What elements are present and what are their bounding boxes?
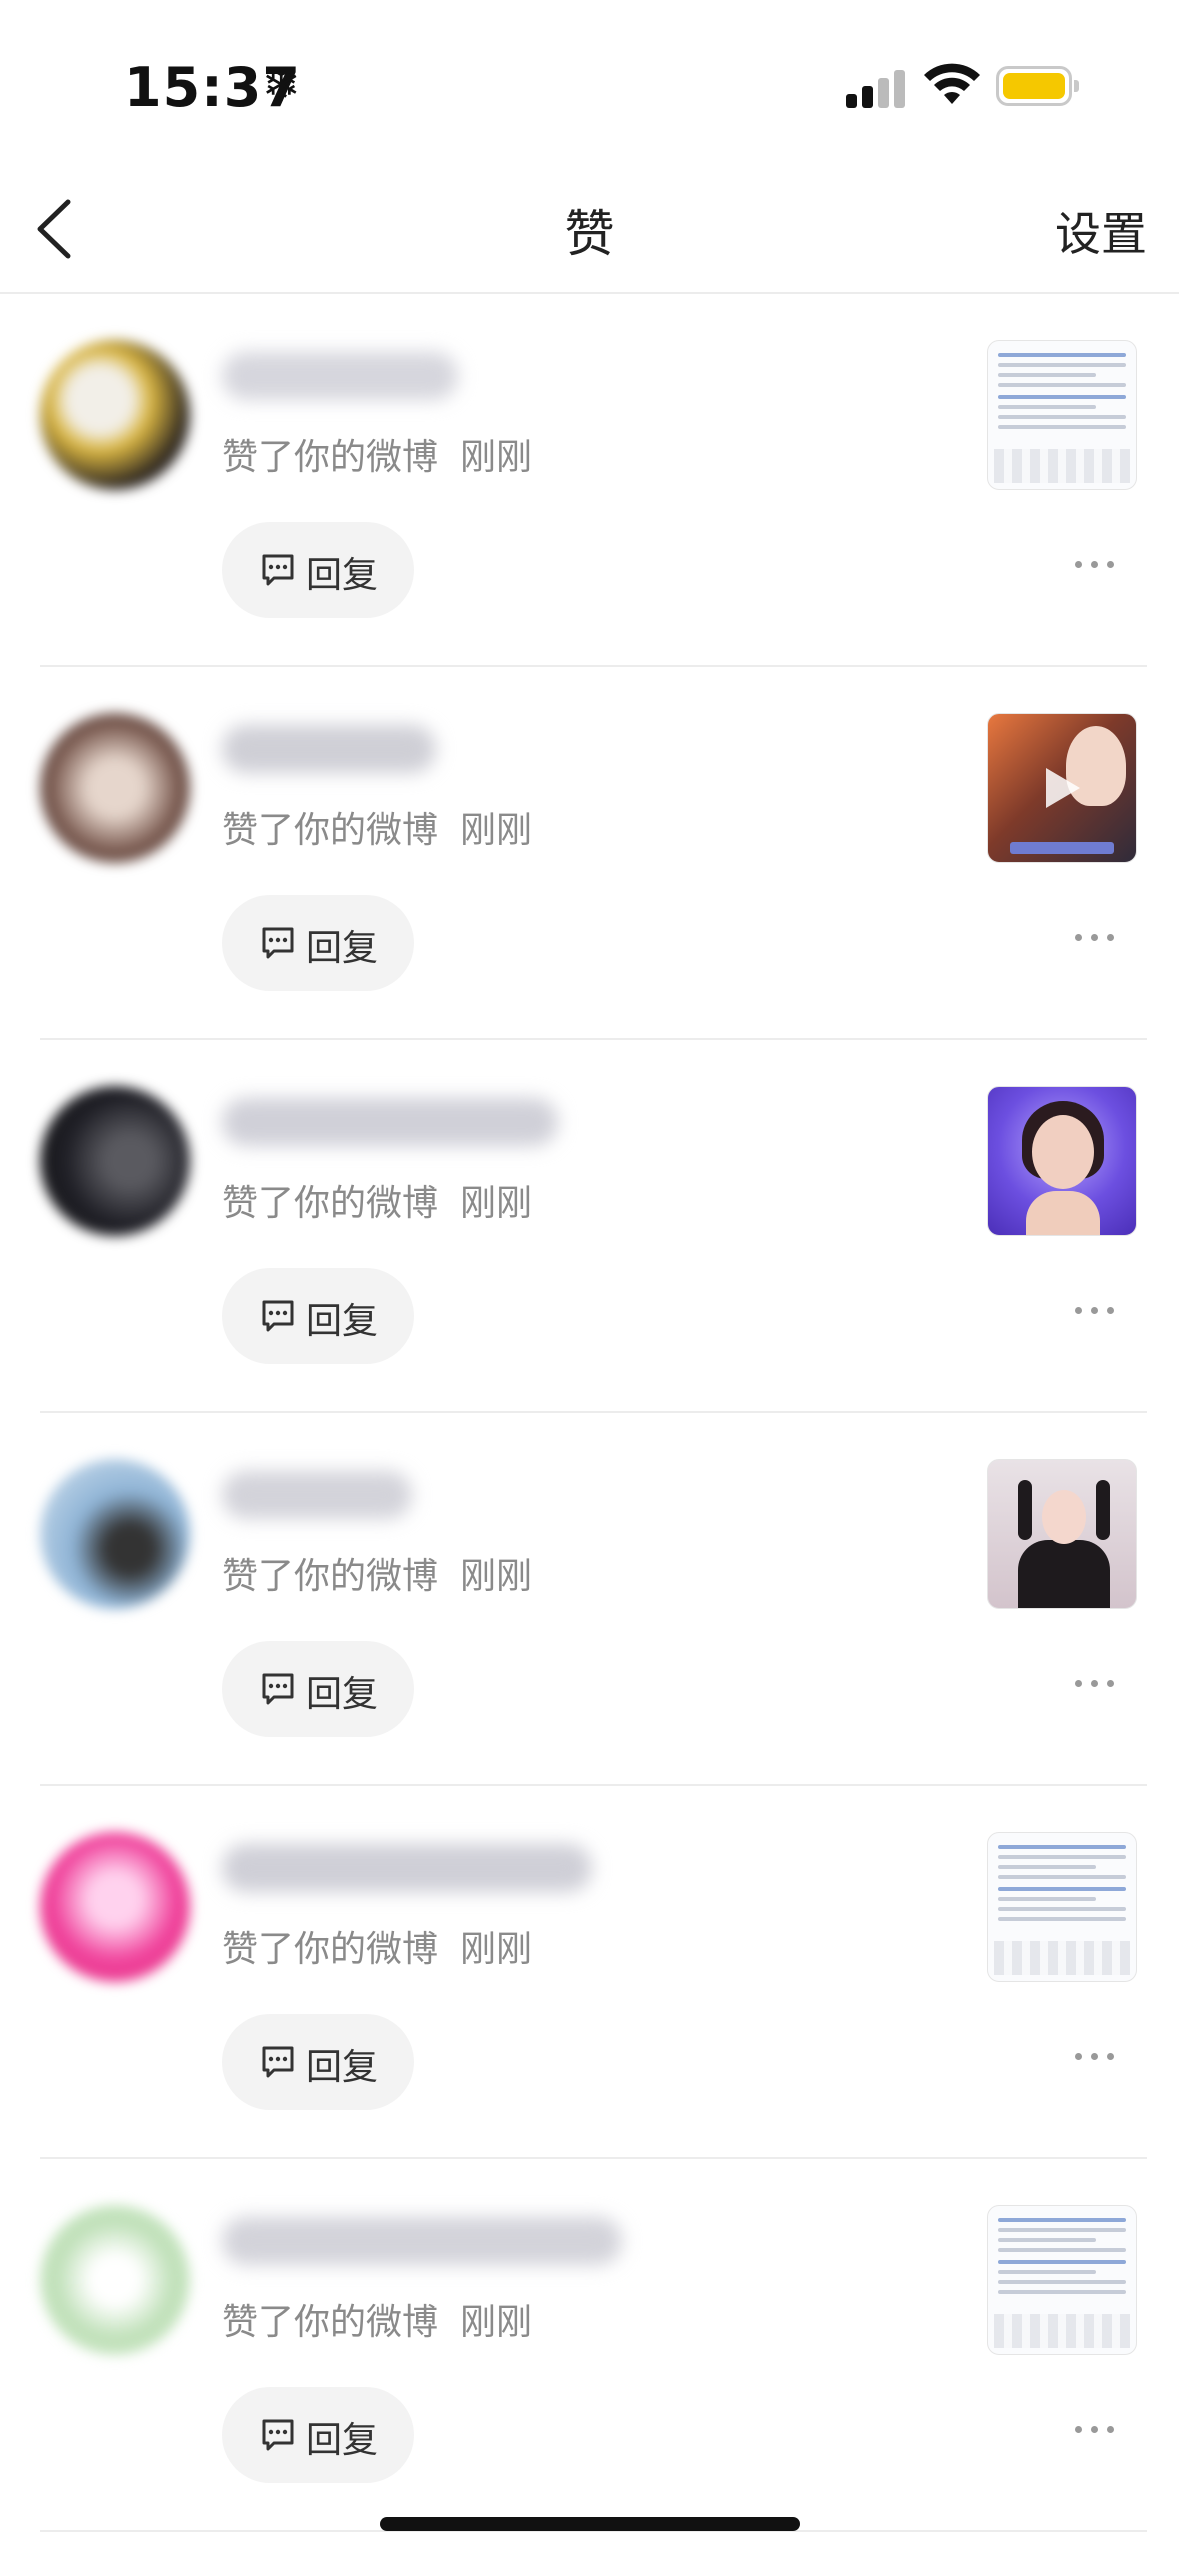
list-item[interactable]: 赞了你的微博 刚刚 回复 — [0, 1040, 1179, 1413]
more-options-icon[interactable] — [1075, 1302, 1119, 1318]
notification-description: 赞了你的微博 刚刚 — [222, 1547, 532, 1599]
username-blurred[interactable] — [222, 2217, 622, 2265]
avatar[interactable] — [40, 2205, 190, 2355]
status-bar: 15:37 ❄ — [0, 0, 1179, 170]
more-options-icon[interactable] — [1075, 2048, 1119, 2064]
notification-description: 赞了你的微博 刚刚 — [222, 1174, 532, 1226]
home-indicator — [380, 2517, 800, 2531]
notification-time: 刚刚 — [460, 1929, 533, 1970]
list-item[interactable]: 赞了你的微博 刚刚 回复 — [0, 2159, 1179, 2532]
reply-button[interactable]: 回复 — [222, 2014, 414, 2110]
username-blurred[interactable] — [222, 352, 458, 400]
username-blurred[interactable] — [222, 725, 436, 773]
notification-time: 刚刚 — [460, 810, 533, 851]
more-options-icon[interactable] — [1075, 2421, 1119, 2437]
reply-button[interactable]: 回复 — [222, 1641, 414, 1737]
page-title: 赞 — [564, 205, 615, 263]
notification-time: 刚刚 — [460, 2302, 533, 2343]
reply-button[interactable]: 回复 — [222, 2387, 414, 2483]
like-notification-list: 赞了你的微博 刚刚 回复 赞了你的微博 刚刚 回复 赞了你的微博 刚刚 回复 赞… — [0, 294, 1179, 2532]
notification-text: 赞了你的微博 — [222, 2302, 439, 2343]
notification-text: 赞了你的微博 — [222, 1183, 439, 1224]
list-item[interactable]: 赞了你的微博 刚刚 回复 — [0, 294, 1179, 667]
username-blurred[interactable] — [222, 1844, 592, 1892]
more-options-icon[interactable] — [1075, 556, 1119, 572]
comment-icon — [262, 1673, 294, 1705]
reply-label: 回复 — [306, 555, 379, 596]
list-item[interactable]: 赞了你的微博 刚刚 回复 — [0, 1786, 1179, 2159]
avatar[interactable] — [40, 1832, 190, 1982]
more-options-icon[interactable] — [1075, 1675, 1119, 1691]
reply-label: 回复 — [306, 928, 379, 969]
notification-time: 刚刚 — [460, 437, 533, 478]
comment-icon — [262, 2419, 294, 2451]
settings-button[interactable]: 设置 — [1055, 198, 1147, 264]
notification-description: 赞了你的微博 刚刚 — [222, 428, 532, 480]
comment-icon — [262, 2046, 294, 2078]
username-blurred[interactable] — [222, 1471, 412, 1519]
notification-text: 赞了你的微博 — [222, 1556, 439, 1597]
wifi-icon — [924, 63, 980, 104]
list-item[interactable]: 赞了你的微博 刚刚 回复 — [0, 667, 1179, 1040]
notification-description: 赞了你的微博 刚刚 — [222, 801, 532, 853]
notification-text: 赞了你的微博 — [222, 437, 439, 478]
notification-text: 赞了你的微博 — [222, 810, 439, 851]
notification-description: 赞了你的微博 刚刚 — [222, 2293, 532, 2345]
avatar[interactable] — [40, 713, 190, 863]
list-item[interactable]: 赞了你的微博 刚刚 回复 — [0, 1413, 1179, 1786]
post-thumbnail[interactable] — [987, 1832, 1137, 1982]
reply-button[interactable]: 回复 — [222, 895, 414, 991]
reply-label: 回复 — [306, 1301, 379, 1342]
comment-icon — [262, 554, 294, 586]
cellular-signal-icon — [846, 68, 906, 108]
reply-label: 回复 — [306, 2420, 379, 2461]
comment-icon — [262, 927, 294, 959]
avatar[interactable] — [40, 340, 190, 490]
username-blurred[interactable] — [222, 1098, 558, 1146]
post-thumbnail[interactable] — [987, 713, 1137, 863]
more-options-icon[interactable] — [1075, 929, 1119, 945]
snowflake-icon: ❄ — [262, 58, 301, 112]
post-thumbnail[interactable] — [987, 340, 1137, 490]
notification-description: 赞了你的微博 刚刚 — [222, 1920, 532, 1972]
comment-icon — [262, 1300, 294, 1332]
avatar[interactable] — [40, 1459, 190, 1609]
avatar[interactable] — [40, 1086, 190, 1236]
battery-icon — [996, 66, 1079, 106]
reply-button[interactable]: 回复 — [222, 522, 414, 618]
navigation-bar: 赞 设置 — [0, 170, 1179, 294]
play-icon — [1046, 768, 1080, 808]
post-thumbnail[interactable] — [987, 2205, 1137, 2355]
reply-label: 回复 — [306, 1674, 379, 1715]
notification-time: 刚刚 — [460, 1556, 533, 1597]
post-thumbnail[interactable] — [987, 1459, 1137, 1609]
reply-button[interactable]: 回复 — [222, 1268, 414, 1364]
notification-text: 赞了你的微博 — [222, 1929, 439, 1970]
reply-label: 回复 — [306, 2047, 379, 2088]
notification-time: 刚刚 — [460, 1183, 533, 1224]
post-thumbnail[interactable] — [987, 1086, 1137, 1236]
